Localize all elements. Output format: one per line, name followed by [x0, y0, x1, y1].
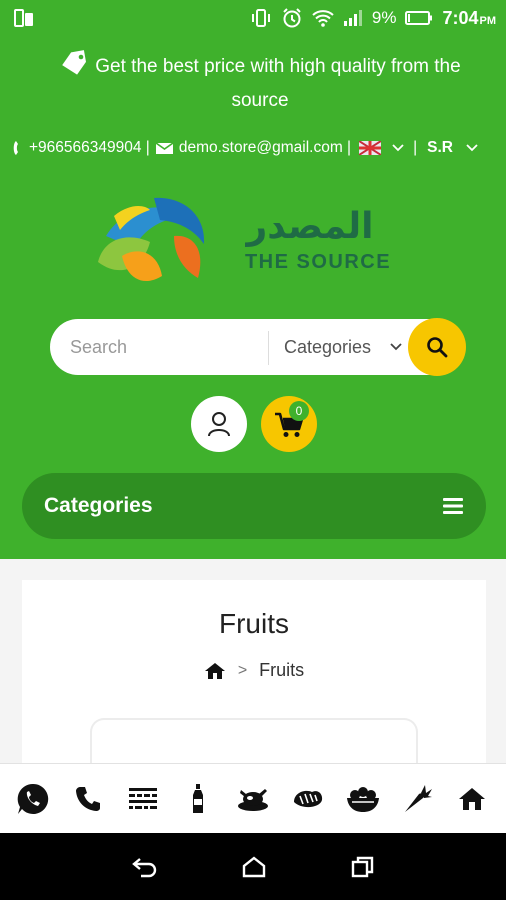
clock: 7:04 [442, 7, 479, 28]
category-chevron-down-icon[interactable] [390, 343, 402, 351]
phone-icon [76, 786, 101, 811]
call-button[interactable] [68, 779, 108, 819]
bottle-icon [193, 783, 204, 813]
logo-emblem: المصدر THE SOURCE [98, 197, 391, 282]
search-button[interactable] [408, 318, 466, 376]
barcode-button[interactable] [123, 779, 163, 819]
whatsapp-icon [18, 783, 49, 814]
vegetables-category-button[interactable] [343, 779, 383, 819]
carrot-icon [404, 784, 432, 812]
home-icon[interactable] [204, 662, 226, 680]
vibrate-icon [251, 9, 270, 27]
store-logo[interactable]: المصدر THE SOURCE [94, 196, 418, 290]
wifi-icon [312, 10, 334, 27]
logo-english-text: THE SOURCE [245, 251, 391, 273]
currency-separator: | [413, 139, 418, 156]
status-bar: 9% 7:04PM [0, 0, 506, 36]
user-icon [208, 412, 230, 437]
currency-selector[interactable]: S.R [427, 139, 453, 157]
language-chevron-down-icon[interactable] [391, 143, 405, 153]
uk-flag-icon[interactable] [359, 141, 382, 155]
email-icon [155, 141, 173, 154]
cart-count-badge: 0 [289, 401, 309, 421]
bread-icon [293, 790, 322, 807]
search-divider [268, 331, 269, 365]
roast-chicken-icon [237, 788, 268, 811]
barcode-icon [129, 787, 158, 809]
page-title: Fruits [219, 608, 289, 639]
search-input[interactable]: Search [70, 319, 127, 375]
contact-email[interactable]: demo.store@gmail.com | [179, 139, 351, 157]
logo-arabic-text: المصدر [245, 206, 374, 247]
home-nav-icon[interactable] [242, 855, 266, 878]
search-bar: Search Categories [50, 318, 466, 376]
clock-ampm: PM [479, 14, 497, 27]
price-tag-icon [62, 50, 87, 75]
contact-phone[interactable]: +966566349904 | [29, 139, 150, 157]
breadcrumb-separator: > [237, 661, 248, 679]
phone-icon [13, 141, 18, 155]
battery-icon [405, 11, 433, 25]
bakery-category-button[interactable] [288, 779, 328, 819]
whatsapp-button[interactable] [13, 779, 53, 819]
category-page-card: Fruits > Fruits [22, 580, 486, 798]
home-icon [459, 787, 486, 810]
poultry-category-button[interactable] [233, 779, 273, 819]
battery-percent: 9% [371, 8, 397, 27]
back-icon[interactable] [132, 856, 158, 878]
signal-icon [343, 10, 362, 26]
system-nav-bar [0, 833, 506, 900]
currency-chevron-down-icon[interactable] [465, 143, 479, 153]
drinks-category-button[interactable] [178, 779, 218, 819]
vegetable-basket-icon [346, 786, 379, 812]
hamburger-menu-icon[interactable] [442, 496, 464, 516]
home-button[interactable] [452, 779, 492, 819]
categories-menu-bar[interactable]: Categories [22, 473, 486, 539]
account-button[interactable] [191, 396, 247, 452]
contact-row: +966566349904 | demo.store@gmail.com | |… [12, 136, 479, 160]
site-header: Get the best price with high quality fro… [0, 36, 506, 559]
search-icon [427, 337, 448, 358]
breadcrumb: > Fruits [22, 660, 486, 681]
recent-apps-icon[interactable] [350, 856, 374, 878]
promo-banner: Get the best price with high quality fro… [30, 50, 490, 118]
promo-text: Get the best price with high quality fro… [95, 56, 461, 111]
breadcrumb-current: Fruits [259, 660, 305, 680]
alarm-icon [283, 8, 301, 28]
roots-category-button[interactable] [398, 779, 438, 819]
bottom-icon-bar [0, 763, 506, 833]
main-content: Fruits > Fruits [0, 559, 506, 798]
categories-label: Categories [44, 494, 153, 517]
search-category-select[interactable]: Categories [284, 319, 371, 375]
cart-button[interactable] [261, 396, 317, 452]
screen-mirror-icon [14, 9, 33, 27]
